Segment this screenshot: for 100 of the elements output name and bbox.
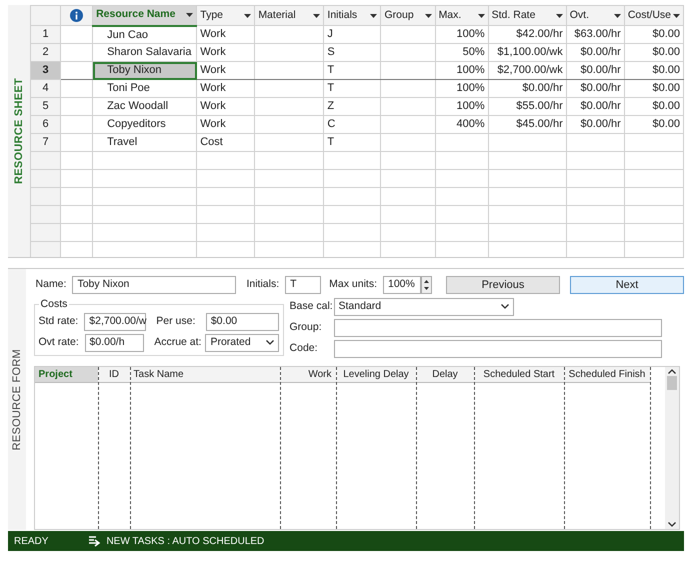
table-cell: 100% (435, 62, 488, 80)
initials-field[interactable]: T (285, 276, 322, 294)
table-cell: Travel (92, 134, 197, 152)
scheduling-icon (88, 535, 102, 547)
column-header[interactable]: Task Name (130, 366, 280, 383)
table-cell: Toby Nixon (92, 62, 197, 80)
view-label: RESOURCE SHEET (12, 78, 26, 184)
dropdown-caret-icon (266, 340, 274, 346)
dropdown-caret-icon[interactable] (614, 14, 621, 18)
field-label: Name: (36, 276, 66, 292)
dropdown-caret-icon[interactable] (186, 13, 194, 18)
per-use-field[interactable]: $0.00 (206, 312, 278, 331)
row-number[interactable]: 7 (30, 134, 61, 152)
group-field[interactable] (334, 318, 662, 337)
field-label: Group: (290, 320, 323, 335)
table-cell: $63.00/hr (566, 26, 624, 44)
field-label: Max units: (329, 276, 377, 292)
table-cell: $0.00/hr (566, 80, 624, 98)
field-label: Code: (290, 340, 319, 356)
row-number[interactable]: 6 (30, 116, 61, 134)
table-cell: S (324, 44, 381, 62)
dropdown-caret-icon[interactable] (313, 14, 320, 18)
next-button[interactable]: Next (570, 276, 684, 294)
field-label: Accrue at: (154, 334, 202, 350)
table-cell: 100% (435, 98, 488, 116)
table-cell: $0.00 (624, 44, 684, 62)
table-cell: Work (196, 80, 255, 98)
column-header[interactable]: Leveling Delay (336, 366, 416, 383)
dropdown-caret-icon[interactable] (478, 14, 485, 18)
row-number[interactable]: 1 (30, 26, 61, 44)
table-cell: J (324, 26, 381, 44)
table-cell: $0.00/hr (488, 80, 566, 98)
dropdown-caret-icon[interactable] (673, 14, 680, 18)
table-cell: Cost (196, 134, 255, 152)
dropdown-caret-icon[interactable] (370, 14, 378, 18)
previous-button[interactable]: Previous (446, 276, 560, 294)
table-cell: $0.00/hr (566, 62, 624, 80)
table-cell: 100% (435, 26, 488, 44)
table-cell: Work (196, 44, 255, 62)
field-label: Per use: (156, 314, 196, 329)
table-cell: Toni Poe (92, 80, 197, 98)
table-cell: $0.00 (624, 116, 684, 134)
field-label: Std rate: (38, 314, 80, 329)
table-cell: $1,100.00/wk (488, 44, 566, 62)
table-cell: $0.00/hr (566, 98, 624, 116)
table-cell: Z (324, 98, 381, 116)
table-cell: Jun Cao (92, 26, 197, 44)
dropdown-caret-icon (500, 304, 509, 310)
code-field[interactable] (334, 340, 662, 358)
row-number[interactable]: 2 (30, 44, 61, 62)
table-cell: Copyeditors (92, 116, 197, 134)
column-header[interactable]: Scheduled Start (474, 366, 564, 383)
name-field[interactable]: Toby Nixon (72, 276, 236, 294)
table-cell: T (324, 80, 381, 98)
field-label: Base cal: (290, 298, 334, 314)
row-number[interactable]: 5 (30, 98, 61, 116)
table-cell: $42.00/hr (488, 26, 566, 44)
view-label: RESOURCE FORM (10, 348, 24, 450)
field-label: Initials: (246, 276, 280, 292)
dropdown-caret-icon[interactable] (424, 14, 432, 18)
status-text: READY (14, 534, 48, 548)
column-header[interactable]: Project (34, 366, 98, 383)
row-number[interactable]: 4 (30, 80, 61, 98)
column-header[interactable]: ID (98, 366, 130, 383)
status-text: NEW TASKS : AUTO SCHEDULED (106, 534, 264, 548)
table-cell: Work (196, 116, 255, 134)
field-label: Ovt rate: (38, 334, 80, 350)
table-cell: $0.00 (624, 62, 684, 80)
column-header[interactable]: Work (280, 366, 336, 383)
scrollbar[interactable] (665, 366, 679, 529)
accrue-dropdown[interactable]: Prorated (205, 334, 278, 352)
table-cell: Work (196, 62, 255, 80)
scroll-up-icon[interactable] (668, 368, 676, 374)
max-units-field[interactable]: 100% (383, 276, 421, 294)
table-cell: $0.00 (624, 98, 684, 116)
scroll-thumb[interactable] (667, 376, 677, 390)
table-cell: 100% (435, 80, 488, 98)
info-icon (70, 9, 84, 22)
table-cell: $0.00 (624, 26, 684, 44)
scroll-down-icon[interactable] (668, 522, 676, 527)
column-header[interactable]: Scheduled Finish (564, 366, 650, 383)
table-cell: Work (196, 26, 255, 44)
table-cell: $0.00/hr (566, 44, 624, 62)
spinner-icon[interactable] (421, 276, 432, 294)
table-cell: $45.00/hr (488, 116, 566, 134)
table-cell: 400% (435, 116, 488, 134)
table-cell: $0.00/hr (566, 116, 624, 134)
dropdown-caret-icon[interactable] (244, 14, 252, 18)
dropdown-caret-icon[interactable] (556, 14, 563, 18)
std-rate-field[interactable]: $2,700.00/w (84, 312, 146, 331)
table-cell: 50% (435, 44, 488, 62)
row-number[interactable]: 3 (30, 62, 61, 80)
base-calendar-dropdown[interactable]: Standard (334, 298, 514, 316)
corner-cell[interactable] (30, 6, 61, 26)
column-header[interactable]: Delay (416, 366, 474, 383)
ovt-rate-field[interactable]: $0.00/h (84, 334, 144, 352)
table-cell: $2,700.00/wk (488, 62, 566, 80)
table-cell: C (324, 116, 381, 134)
table-cell: T (324, 62, 381, 80)
table-cell: T (324, 134, 381, 152)
